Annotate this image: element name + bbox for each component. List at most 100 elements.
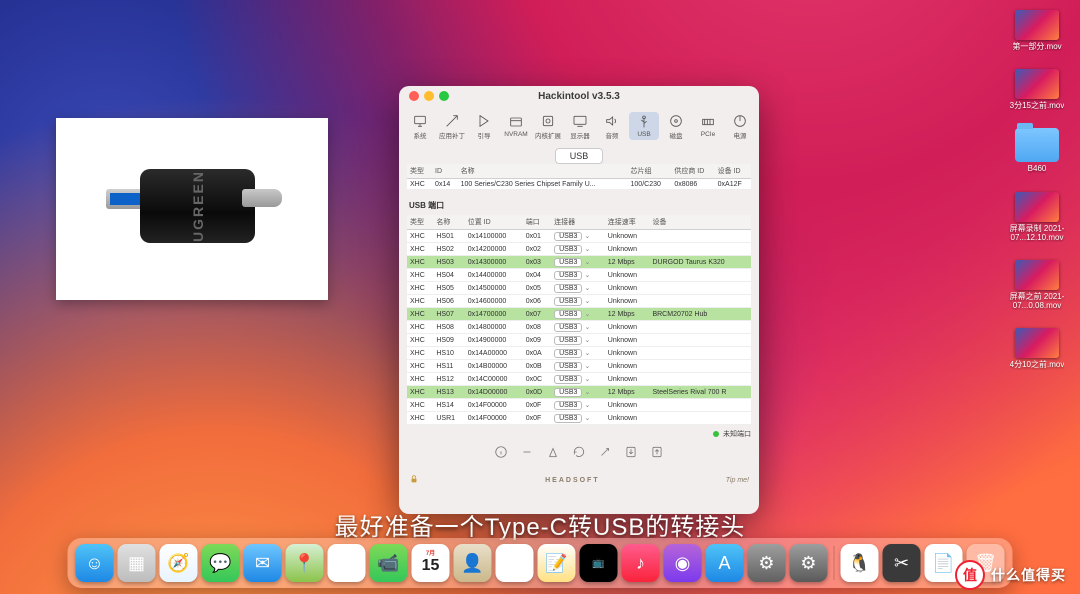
table-cell	[649, 360, 751, 373]
dock-messages[interactable]: 💬	[202, 544, 240, 582]
refresh-icon[interactable]	[572, 445, 586, 464]
table-cell: 12 Mbps	[605, 256, 650, 269]
toolbar-refresh[interactable]	[757, 116, 759, 136]
table-row[interactable]: XHCHS010x141000000x01USB3⌄Unknown	[407, 230, 751, 243]
table-cell: HS03	[433, 256, 464, 269]
col-header[interactable]: 类型	[407, 164, 432, 179]
toolbar-kext[interactable]: 内核扩展	[533, 111, 563, 142]
inject-icon[interactable]	[598, 445, 612, 464]
dock-preferences[interactable]: ⚙	[748, 544, 786, 582]
toolbar-power[interactable]: 电源	[725, 111, 755, 142]
col-header[interactable]: 设备 ID	[715, 164, 751, 179]
col-header[interactable]: 芯片组	[628, 164, 672, 179]
table-row[interactable]: XHCHS140x14F000000x0FUSB3⌄Unknown	[407, 399, 751, 412]
col-header[interactable]: 位置 ID	[465, 215, 523, 230]
dock-tv[interactable]: 📺	[580, 544, 618, 582]
table-row[interactable]: XHCHS100x14A000000x0AUSB3⌄Unknown	[407, 347, 751, 360]
desktop-icon[interactable]: 屏幕之前 2021-07...0.08.mov	[1006, 260, 1068, 310]
table-row[interactable]: XHCHS070x147000000x07USB3⌄12 MbpsBRCM207…	[407, 308, 751, 321]
dock-maps[interactable]: 📍	[286, 544, 324, 582]
lock-icon[interactable]	[409, 474, 419, 486]
toolbar-patch[interactable]: 应用补丁	[437, 111, 467, 142]
toolbar-pcie[interactable]: PCIe	[693, 112, 723, 140]
dock-screenshot[interactable]: ✂	[883, 544, 921, 582]
col-header[interactable]: 设备	[649, 215, 751, 230]
dock-facetime[interactable]: 📹	[370, 544, 408, 582]
dock-contacts[interactable]: 👤	[454, 544, 492, 582]
table-row[interactable]: XHCHS120x14C000000x0CUSB3⌄Unknown	[407, 373, 751, 386]
table-row[interactable]: XHCHS030x143000000x03USB3⌄12 MbpsDURGOD …	[407, 256, 751, 269]
table-cell: 0xA12F	[715, 179, 751, 190]
dock-photos[interactable]: ✿	[328, 544, 366, 582]
col-header[interactable]: 名称	[433, 215, 464, 230]
dock-safari[interactable]: 🧭	[160, 544, 198, 582]
table-row[interactable]: XHCHS040x144000000x04USB3⌄Unknown	[407, 269, 751, 282]
toolbar-audio[interactable]: 音频	[597, 111, 627, 142]
table-cell: 12 Mbps	[605, 308, 650, 321]
window-titlebar[interactable]: Hackintool v3.5.3	[399, 86, 759, 106]
footer-tip[interactable]: Tip me!	[726, 477, 749, 484]
desktop-icon[interactable]: 屏幕录制 2021-07...12.10.mov	[1006, 192, 1068, 242]
watermark: 值 什么值得买	[955, 560, 1066, 590]
table-cell: 100 Series/C230 Series Chipset Family U.…	[458, 179, 628, 190]
desktop-icon-label: B460	[1028, 164, 1047, 173]
dock-podcasts[interactable]: ◉	[664, 544, 702, 582]
dock-music[interactable]: ♪	[622, 544, 660, 582]
col-header[interactable]: 名称	[458, 164, 628, 179]
table-row[interactable]: XHCHS080x148000000x08USB3⌄Unknown	[407, 321, 751, 334]
table-cell: 0x05	[523, 282, 551, 295]
toolbar-system[interactable]: 系统	[405, 111, 435, 142]
table-row[interactable]: XHCHS110x14B000000x0BUSB3⌄Unknown	[407, 360, 751, 373]
file-thumb-icon	[1015, 192, 1059, 222]
usb-segment[interactable]: USB	[555, 148, 604, 164]
controller-table[interactable]: 类型ID名称芯片组供应商 ID设备 IDXHC0x14100 Series/C2…	[407, 164, 751, 190]
dock-calendar[interactable]: 7月15	[412, 544, 450, 582]
dock-mail[interactable]: ✉	[244, 544, 282, 582]
table-row[interactable]: XHCUSR10x14F000000x0FUSB3⌄Unknown	[407, 412, 751, 425]
table-cell: 0x08	[523, 321, 551, 334]
desktop-icon-label: 第一部分.mov	[1012, 42, 1061, 51]
port-table[interactable]: 类型名称位置 ID端口连接器连接速率设备XHCHS010x141000000x0…	[407, 215, 751, 425]
col-header[interactable]: 连接速率	[605, 215, 650, 230]
dock-hackintool[interactable]: ⚙	[790, 544, 828, 582]
dock-launchpad[interactable]: ▦	[118, 544, 156, 582]
table-row[interactable]: XHC0x14100 Series/C230 Series Chipset Fa…	[407, 179, 751, 190]
table-cell: 0x02	[523, 243, 551, 256]
table-row[interactable]: XHCHS090x149000000x09USB3⌄Unknown	[407, 334, 751, 347]
table-row[interactable]: XHCHS060x146000000x06USB3⌄Unknown	[407, 295, 751, 308]
table-cell: Unknown	[605, 399, 650, 412]
table-row[interactable]: XHCHS130x14D000000x0DUSB3⌄12 MbpsSteelSe…	[407, 386, 751, 399]
col-header[interactable]: 供应商 ID	[671, 164, 714, 179]
toolbar-nvram[interactable]: NVRAM	[501, 112, 531, 140]
clean-icon[interactable]	[546, 445, 560, 464]
table-cell	[649, 295, 751, 308]
info-icon[interactable]	[494, 445, 508, 464]
desktop-icon[interactable]: 第一部分.mov	[1006, 10, 1068, 51]
dock-reminders[interactable]: ☰	[496, 544, 534, 582]
col-header[interactable]: 端口	[523, 215, 551, 230]
table-cell: HS01	[433, 230, 464, 243]
ports-section-label: USB 端口	[409, 200, 751, 211]
export-icon[interactable]	[650, 445, 664, 464]
dock-qq[interactable]: 🐧	[841, 544, 879, 582]
dock-appstore[interactable]: A	[706, 544, 744, 582]
toolbar-disk[interactable]: 磁盘	[661, 111, 691, 142]
toolbar-label: 内核扩展	[535, 130, 561, 140]
toolbar-display[interactable]: 显示器	[565, 111, 595, 142]
toolbar-boot[interactable]: 引导	[469, 111, 499, 142]
col-header[interactable]: ID	[432, 164, 458, 179]
toolbar-usb[interactable]: USB	[629, 112, 659, 140]
table-cell: HS08	[433, 321, 464, 334]
remove-icon[interactable]	[520, 445, 534, 464]
col-header[interactable]: 类型	[407, 215, 433, 230]
table-row[interactable]: XHCHS020x142000000x02USB3⌄Unknown	[407, 243, 751, 256]
dock-notes[interactable]: 📝	[538, 544, 576, 582]
dock-finder[interactable]: ☺	[76, 544, 114, 582]
table-row[interactable]: XHCHS050x145000000x05USB3⌄Unknown	[407, 282, 751, 295]
col-header[interactable]: 连接器	[551, 215, 605, 230]
import-icon[interactable]	[624, 445, 638, 464]
desktop-icon[interactable]: 4分10之前.mov	[1006, 328, 1068, 369]
table-cell: 0x0C	[523, 373, 551, 386]
desktop-icon[interactable]: B460	[1006, 128, 1068, 173]
desktop-icon[interactable]: 3分15之前.mov	[1006, 69, 1068, 110]
